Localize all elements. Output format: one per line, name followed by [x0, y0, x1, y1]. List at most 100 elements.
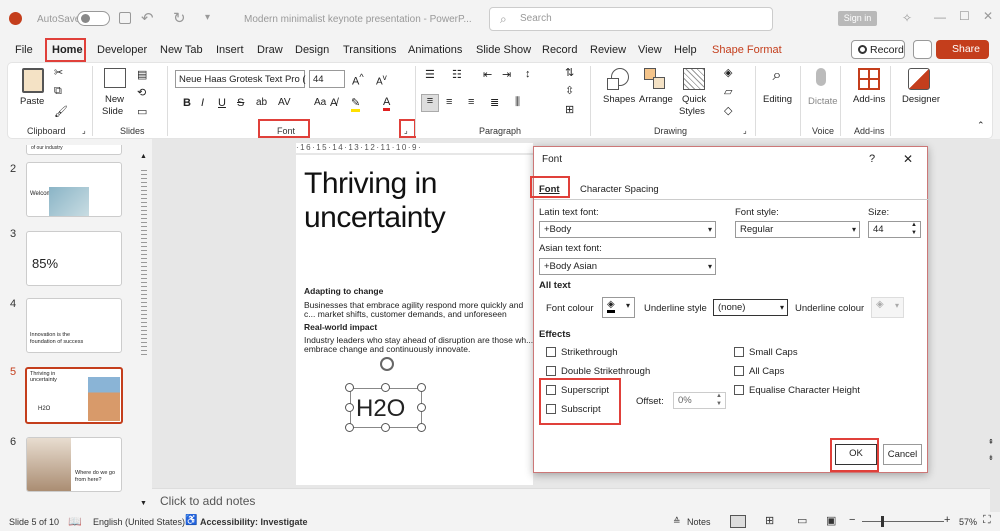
quick-styles-label-2[interactable]: Styles — [679, 106, 705, 117]
arrange-icon[interactable] — [644, 68, 666, 90]
spinner-icon[interactable]: ▲ ▼ — [911, 221, 917, 237]
strikethrough-label[interactable]: Strikethrough — [561, 347, 618, 358]
menu-record[interactable]: Record — [542, 44, 577, 56]
layout-icon[interactable]: ▤ — [137, 68, 147, 81]
cancel-button[interactable]: Cancel — [883, 444, 922, 465]
thumbnail-2[interactable]: Welcome — [26, 162, 122, 217]
new-slide-label[interactable]: New — [105, 94, 124, 105]
accessibility-icon[interactable]: ♿ — [185, 515, 197, 526]
notes-placeholder[interactable]: Click to add notes — [160, 494, 255, 508]
clear-format-icon[interactable]: A̸ — [330, 97, 337, 109]
new-slide-icon[interactable] — [104, 68, 126, 88]
next-slide-icon[interactable]: ⇟ — [988, 454, 994, 462]
columns-icon[interactable]: ⫼ — [515, 96, 520, 109]
save-icon[interactable] — [119, 12, 131, 24]
shapes-icon[interactable] — [607, 68, 631, 92]
scroll-up-icon[interactable]: ▲ — [140, 153, 147, 160]
comments-icon[interactable] — [913, 40, 932, 59]
asian-font-select[interactable]: +Body Asian ▾ — [539, 258, 716, 275]
numbering-icon[interactable]: ☷ — [452, 68, 462, 81]
line-spacing-icon[interactable]: ↕ — [525, 68, 531, 80]
paste-icon[interactable] — [22, 68, 44, 93]
resize-handle[interactable] — [381, 423, 390, 432]
language-status[interactable]: English (United States) — [93, 517, 185, 527]
format-painter-icon[interactable]: 🖌 — [54, 105, 68, 118]
designer-icon[interactable] — [908, 68, 930, 90]
justify-icon[interactable]: ≣ — [490, 96, 499, 109]
zoom-level[interactable]: 57% — [959, 517, 977, 527]
thumb-scrollbar[interactable] — [141, 167, 147, 357]
underline-style-select[interactable]: (none) ▾ — [713, 299, 788, 316]
menu-slideshow[interactable]: Slide Show — [476, 44, 531, 56]
menu-file[interactable]: File — [15, 44, 33, 56]
resize-handle[interactable] — [417, 423, 426, 432]
resize-handle[interactable] — [345, 383, 354, 392]
char-spacing-icon[interactable]: AV — [278, 97, 291, 108]
section-icon[interactable]: ▭ — [137, 105, 147, 118]
latin-font-select[interactable]: +Body ▾ — [539, 221, 716, 238]
quick-styles-label[interactable]: Quick — [682, 94, 706, 105]
align-text-icon[interactable]: ⇳ — [565, 84, 574, 97]
increase-font-icon[interactable]: A^ — [352, 72, 364, 88]
menu-design[interactable]: Design — [295, 44, 329, 56]
resize-handle[interactable] — [417, 403, 426, 412]
menu-insert[interactable]: Insert — [216, 44, 244, 56]
slideshow-icon[interactable]: ▣ — [826, 514, 836, 527]
thumbnail-5-selected[interactable]: Thriving in uncertainty H2O — [25, 367, 123, 424]
redo-icon[interactable]: ↻ — [173, 9, 186, 27]
underline-colour-button[interactable]: ◈ ▾ — [871, 297, 904, 318]
menu-draw[interactable]: Draw — [257, 44, 283, 56]
decrease-indent-icon[interactable]: ⇤ — [483, 68, 492, 81]
bullets-icon[interactable]: ☰ — [425, 68, 435, 81]
heading-adapting[interactable]: Adapting to change — [304, 286, 383, 296]
shape-fill-icon[interactable]: ◈ — [724, 66, 732, 79]
maximize-icon[interactable]: ☐ — [959, 9, 970, 23]
heading-realworld[interactable]: Real-world impact — [304, 322, 377, 332]
highlight-icon[interactable]: ✎ — [351, 96, 361, 112]
help-icon[interactable]: ? — [869, 153, 875, 165]
addins-label[interactable]: Add-ins — [853, 94, 885, 105]
double-strikethrough-label[interactable]: Double Strikethrough — [561, 366, 650, 377]
scroll-down-icon[interactable]: ▼ — [140, 500, 147, 507]
increase-indent-icon[interactable]: ⇥ — [502, 68, 511, 81]
font-name-select[interactable]: Neue Haas Grotesk Text Pro ( — [175, 70, 306, 88]
underline-icon[interactable]: U — [218, 97, 226, 109]
resize-handle[interactable] — [345, 403, 354, 412]
shape-effects-icon[interactable]: ◇ — [724, 104, 732, 117]
bold-icon[interactable]: B — [183, 97, 191, 109]
reading-view-icon[interactable]: ▭ — [797, 514, 807, 527]
dictate-icon[interactable] — [816, 68, 826, 86]
strikethrough-checkbox[interactable] — [546, 347, 556, 357]
size-select[interactable]: 44 ▲ ▼ — [868, 221, 921, 238]
decrease-font-icon[interactable]: Av — [376, 72, 387, 87]
copy-icon[interactable]: ⧉ — [54, 85, 62, 98]
shape-outline-icon[interactable]: ▱ — [724, 85, 732, 98]
slide-title[interactable]: Thriving in uncertainty — [304, 167, 494, 235]
slide-counter[interactable]: Slide 5 of 10 — [9, 517, 59, 527]
prev-slide-icon[interactable]: ⇞ — [988, 438, 994, 446]
small-caps-checkbox[interactable] — [734, 347, 744, 357]
notes-pane[interactable]: Click to add notes — [152, 488, 990, 512]
drawing-launcher-icon[interactable]: ⌟ — [743, 126, 747, 135]
dialog-close-icon[interactable]: ✕ — [903, 152, 913, 166]
notes-icon[interactable]: ≙ — [673, 516, 681, 527]
record-button[interactable]: Record — [851, 40, 905, 59]
zoom-slider[interactable] — [862, 516, 944, 527]
clipboard-launcher-icon[interactable]: ⌟ — [82, 126, 86, 135]
h2o-text[interactable]: H2O — [356, 395, 405, 423]
double-strikethrough-checkbox[interactable] — [546, 366, 556, 376]
offset-spinner[interactable]: 0% ▲ ▼ — [673, 392, 726, 409]
addins-icon[interactable] — [858, 68, 880, 90]
paste-label[interactable]: Paste — [20, 96, 44, 107]
editing-label[interactable]: Editing — [763, 94, 792, 105]
minimize-icon[interactable]: — — [934, 10, 946, 24]
thumbnail-6[interactable]: Where do we go from here? — [26, 437, 122, 492]
thumbnail-4[interactable]: Innovation is the foundation of success — [26, 298, 122, 353]
menu-shape-format[interactable]: Shape Format — [712, 44, 782, 56]
font-style-select[interactable]: Regular ▾ — [735, 221, 860, 238]
italic-icon[interactable]: I — [201, 97, 204, 109]
menu-developer[interactable]: Developer — [97, 44, 147, 56]
zoom-in-icon[interactable]: + — [944, 514, 950, 526]
vertical-scrollbar[interactable]: ⇞ ⇟ — [988, 406, 996, 482]
customize-qat-icon[interactable]: ▾ — [205, 12, 210, 23]
